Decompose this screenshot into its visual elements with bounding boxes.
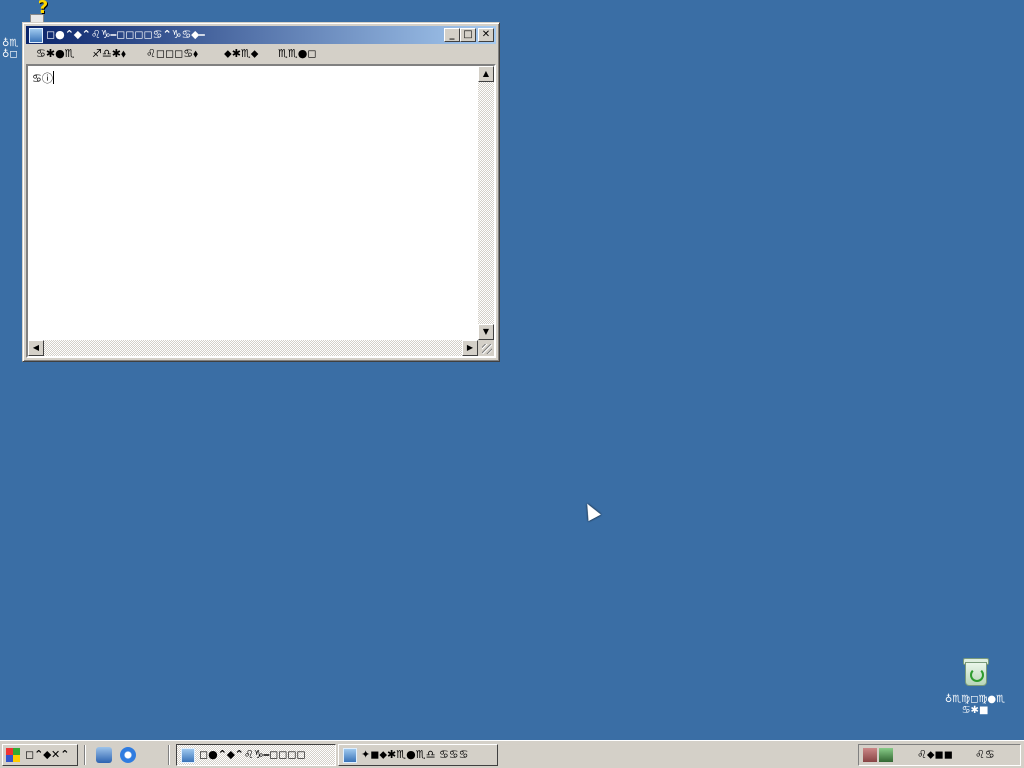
mouse-cursor-icon bbox=[581, 500, 601, 522]
window-title: ◻●⌃⬥⌃♌♑⎯◻◻◻◻♋⌃♑♋⬥⎯ bbox=[46, 28, 205, 41]
text-value: ♋ⓘ bbox=[32, 72, 53, 85]
show-desktop-icon[interactable] bbox=[96, 747, 112, 763]
internet-explorer-icon[interactable] bbox=[120, 747, 136, 763]
window-icon bbox=[343, 748, 357, 763]
maximize-button[interactable]: □ bbox=[460, 28, 476, 42]
task-1-label: ◻●⌃⬥⌃♌♑⎯◻◻◻◻ bbox=[199, 748, 306, 761]
text-content[interactable]: ♋ⓘ bbox=[30, 68, 476, 338]
taskbar-separator bbox=[84, 745, 86, 765]
menu-view[interactable]: ⬥✱♏⬥ bbox=[218, 47, 264, 61]
menu-edit[interactable]: ♐♎✱⬧ bbox=[86, 47, 132, 61]
minimize-button[interactable]: _ bbox=[444, 28, 460, 42]
vertical-scrollbar[interactable]: ▲ ▼ bbox=[478, 66, 494, 340]
text-caret bbox=[52, 71, 54, 84]
scroll-right-button[interactable]: ▶ bbox=[462, 340, 478, 356]
system-tray: ♌⬥◼◼ ♌♋ bbox=[858, 744, 1021, 766]
tray-clock[interactable]: ♌♋ bbox=[975, 748, 995, 762]
taskbar-button-notepad[interactable]: ◻●⌃⬥⌃♌♑⎯◻◻◻◻ bbox=[176, 744, 336, 766]
scroll-down-button[interactable]: ▼ bbox=[478, 324, 494, 340]
task-2-label: ✦◼⬥✱♏●♏♎ ♋♋♋ bbox=[361, 748, 469, 761]
taskbar: ◻⌃⬥✕⌃ ◻●⌃⬥⌃♌♑⎯◻◻◻◻ ✦◼⬥✱♏●♏♎ ♋♋♋ ♌⬥◼◼ ♌♋ bbox=[0, 740, 1024, 768]
menu-format[interactable]: ♌◻◻◻♋⬧ bbox=[140, 47, 204, 61]
notepad-icon bbox=[181, 748, 195, 763]
notepad-icon[interactable] bbox=[29, 28, 43, 43]
title-bar[interactable]: ◻●⌃⬥⌃♌♑⎯◻◻◻◻♋⌃♑♋⬥⎯ _ □ ✕ bbox=[26, 26, 496, 44]
menu-help[interactable]: ♏♏●◻ bbox=[272, 47, 322, 61]
tray-app-icon[interactable] bbox=[863, 748, 877, 762]
menu-file[interactable]: ♋✱●♏ bbox=[30, 47, 81, 61]
start-button[interactable]: ◻⌃⬥✕⌃ bbox=[2, 744, 78, 766]
scroll-left-button[interactable]: ◀ bbox=[28, 340, 44, 356]
text-area[interactable]: ♋ⓘ ▲ ▼ ◀ ▶ bbox=[26, 64, 496, 358]
close-button[interactable]: ✕ bbox=[478, 28, 494, 42]
taskbar-separator bbox=[168, 745, 170, 765]
recycle-bin-label: ♁♏♍◻♍●♏ ♋✱■ bbox=[944, 694, 1006, 716]
notepad-window[interactable]: ◻●⌃⬥⌃♌♑⎯◻◻◻◻♋⌃♑♋⬥⎯ _ □ ✕ ♋✱●♏ ♐♎✱⬧ ♌◻◻◻♋… bbox=[22, 22, 500, 362]
tray-network-icon[interactable] bbox=[879, 748, 893, 762]
recycle-bin[interactable]: ♁♏♍◻♍●♏ ♋✱■ bbox=[935, 656, 1015, 716]
recycle-bin-icon bbox=[961, 656, 989, 686]
menu-bar: ♋✱●♏ ♐♎✱⬧ ♌◻◻◻♋⬧ ⬥✱♏⬥ ♏♏●◻ bbox=[26, 45, 496, 63]
resize-grip[interactable] bbox=[478, 340, 494, 356]
taskbar-button-explorer[interactable]: ✦◼⬥✱♏●♏♎ ♋♋♋ bbox=[338, 744, 498, 766]
windows-logo-icon bbox=[6, 748, 20, 762]
tray-language[interactable]: ♌⬥◼◼ bbox=[917, 748, 953, 762]
horizontal-scrollbar[interactable]: ◀ ▶ bbox=[28, 340, 478, 356]
scroll-up-button[interactable]: ▲ bbox=[478, 66, 494, 82]
start-label: ◻⌃⬥✕⌃ bbox=[25, 748, 70, 761]
